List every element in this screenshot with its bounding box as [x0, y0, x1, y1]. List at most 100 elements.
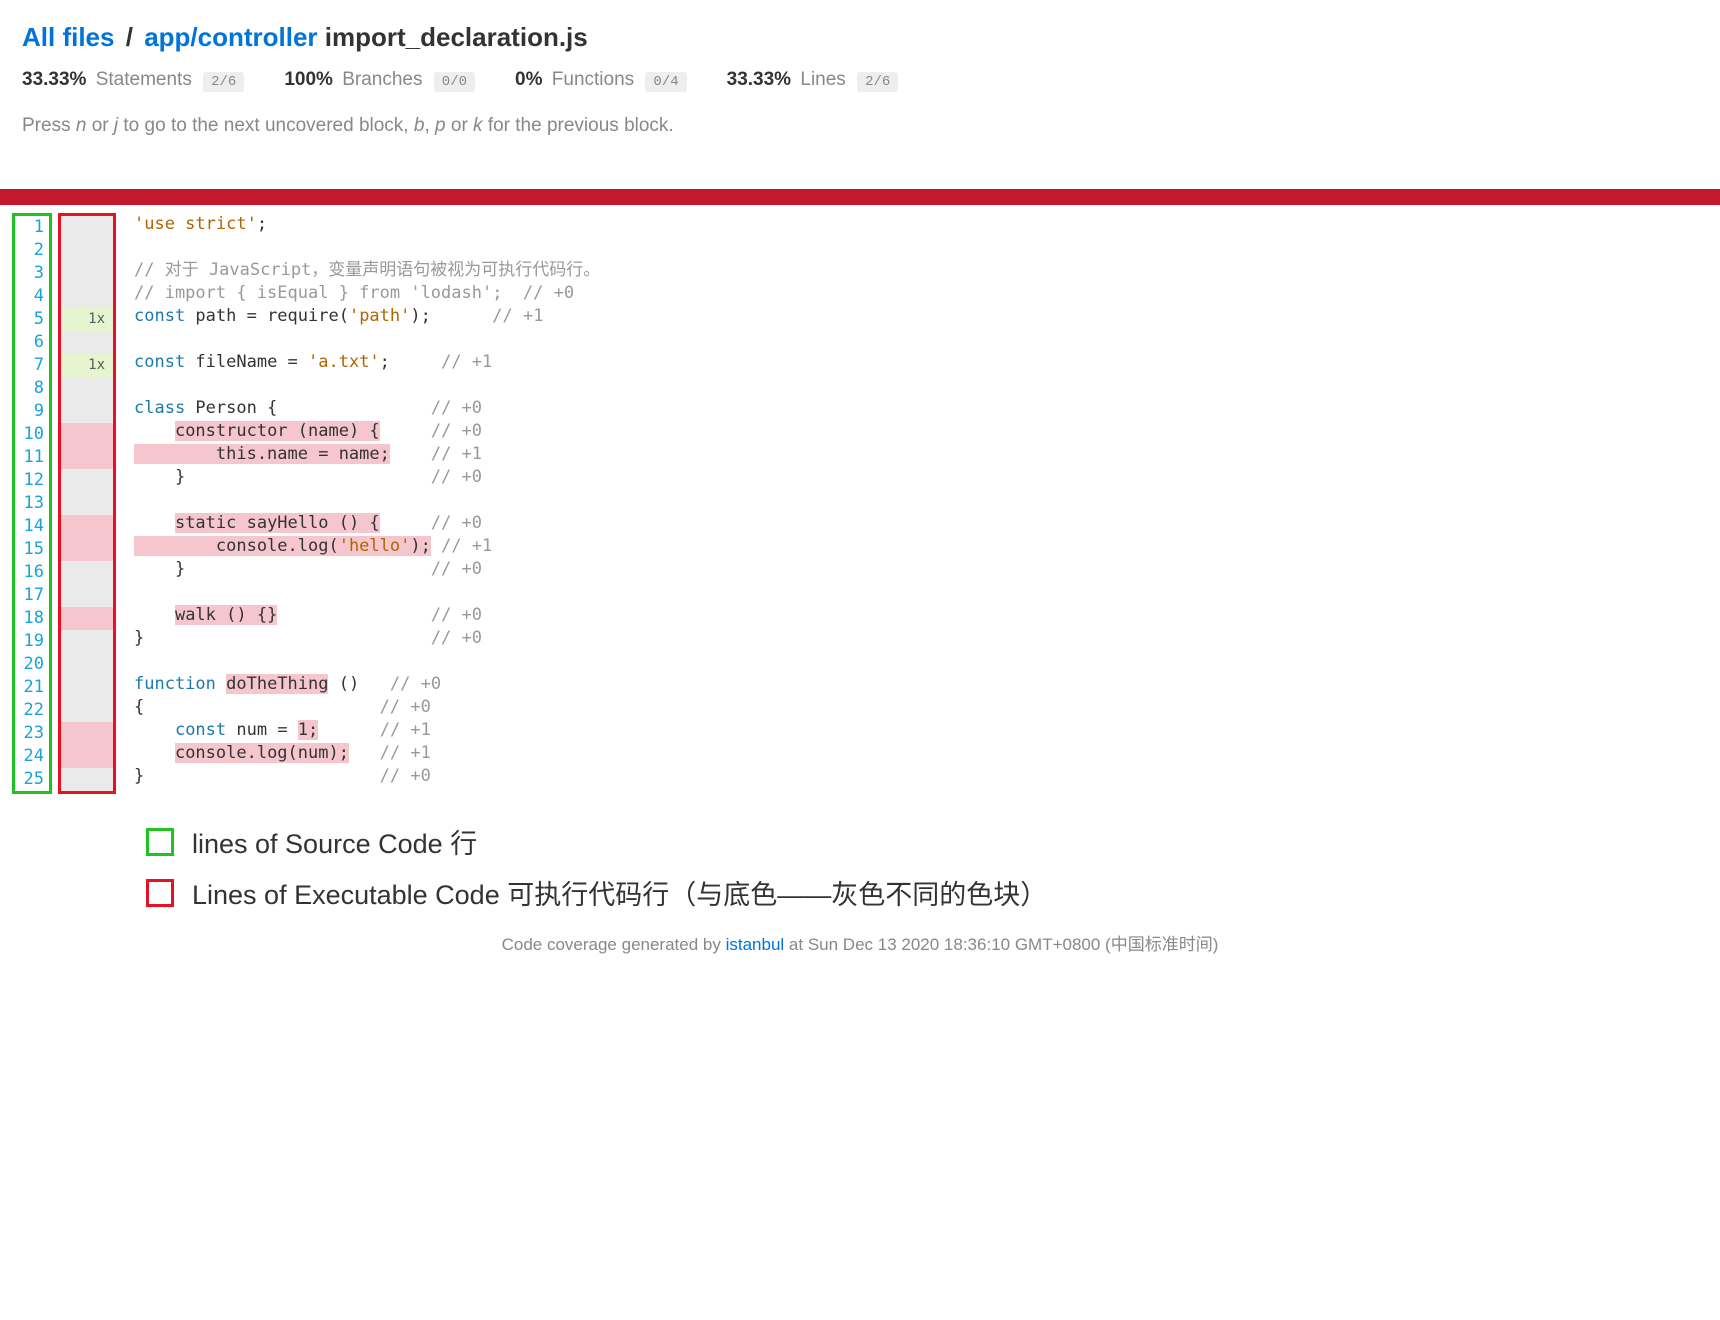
line-number[interactable]: 21 — [15, 676, 49, 699]
code-line: constructor (name) { // +0 — [122, 420, 600, 443]
line-number[interactable]: 22 — [15, 699, 49, 722]
line-number[interactable]: 6 — [15, 331, 49, 354]
metric-pct: 100% — [284, 69, 333, 90]
code-line: const fileName = 'a.txt'; // +1 — [122, 351, 600, 374]
exec-count — [61, 469, 113, 492]
line-number[interactable]: 8 — [15, 377, 49, 400]
exec-count — [61, 538, 113, 561]
exec-count — [61, 745, 113, 768]
code-line: console.log(num); // +1 — [122, 742, 600, 765]
line-number[interactable]: 2 — [15, 239, 49, 262]
code-line: // 对于 JavaScript，变量声明语句被视为可执行代码行。 — [122, 259, 600, 282]
metric-fraction: 0/4 — [645, 72, 686, 92]
line-number[interactable]: 3 — [15, 262, 49, 285]
istanbul-link[interactable]: istanbul — [726, 935, 785, 954]
breadcrumb-root-link[interactable]: All files — [22, 22, 114, 52]
code-line: // import { isEqual } from 'lodash'; // … — [122, 282, 600, 305]
metric-fraction: 0/0 — [434, 72, 475, 92]
code-line: } // +0 — [122, 558, 600, 581]
breadcrumb: All files / app/controller import_declar… — [22, 22, 1698, 53]
line-number[interactable]: 19 — [15, 630, 49, 653]
exec-count: 1x — [61, 308, 113, 331]
code-line: } // +0 — [122, 627, 600, 650]
breadcrumb-sep: / — [126, 22, 133, 52]
exec-count — [61, 607, 113, 630]
line-number[interactable]: 7 — [15, 354, 49, 377]
exec-count — [61, 561, 113, 584]
exec-count — [61, 400, 113, 423]
exec-count — [61, 239, 113, 262]
line-number[interactable]: 25 — [15, 768, 49, 791]
exec-count — [61, 446, 113, 469]
legend-row-red: Lines of Executable Code 可执行代码行（与底色——灰色不… — [146, 873, 1698, 912]
metric-label: Branches — [342, 69, 422, 90]
footer: Code coverage generated by istanbul at S… — [22, 930, 1698, 955]
code-line: this.name = name; // +1 — [122, 443, 600, 466]
code-line: static sayHello () { // +0 — [122, 512, 600, 535]
line-number-column-box: 1234567891011121314151617181920212223242… — [12, 213, 52, 794]
line-number[interactable]: 23 — [15, 722, 49, 745]
code-coverage-view: 1234567891011121314151617181920212223242… — [12, 213, 1698, 794]
metric-pct: 33.33% — [727, 69, 791, 90]
code-line: console.log('hello'); // +1 — [122, 535, 600, 558]
line-number[interactable]: 18 — [15, 607, 49, 630]
code-line: { // +0 — [122, 696, 600, 719]
legend-red-label: Lines of Executable Code 可执行代码行（与底色——灰色不… — [192, 873, 1047, 912]
metric-fraction: 2/6 — [203, 72, 244, 92]
exec-count — [61, 285, 113, 308]
code-line — [122, 328, 600, 351]
exec-count — [61, 699, 113, 722]
exec-count — [61, 515, 113, 538]
line-number[interactable]: 13 — [15, 492, 49, 515]
code-line — [122, 489, 600, 512]
line-number[interactable]: 11 — [15, 446, 49, 469]
exec-count — [61, 377, 113, 400]
line-number[interactable]: 14 — [15, 515, 49, 538]
code-line: class Person { // +0 — [122, 397, 600, 420]
code-line: const num = 1; // +1 — [122, 719, 600, 742]
metric-label: Statements — [96, 69, 192, 90]
code-line: } // +0 — [122, 765, 600, 788]
code-line: const path = require('path'); // +1 — [122, 305, 600, 328]
code-line — [122, 374, 600, 397]
line-number[interactable]: 24 — [15, 745, 49, 768]
code-line: } // +0 — [122, 466, 600, 489]
exec-count — [61, 423, 113, 446]
line-number[interactable]: 12 — [15, 469, 49, 492]
line-number[interactable]: 10 — [15, 423, 49, 446]
metric-branches: 100% Branches 0/0 — [284, 69, 475, 91]
code-line — [122, 236, 600, 259]
metric-pct: 0% — [515, 69, 542, 90]
metric-label: Lines — [800, 69, 845, 90]
breadcrumb-current: import_declaration.js — [325, 22, 588, 52]
metric-statements: 33.33% Statements 2/6 — [22, 69, 244, 91]
line-number[interactable]: 20 — [15, 653, 49, 676]
line-number[interactable]: 5 — [15, 308, 49, 331]
coverage-metrics: 33.33% Statements 2/6 100% Branches 0/0 … — [22, 69, 1698, 91]
legend-green-label: lines of Source Code 行 — [192, 822, 477, 861]
code-line — [122, 581, 600, 604]
metric-pct: 33.33% — [22, 69, 86, 90]
line-number[interactable]: 15 — [15, 538, 49, 561]
exec-count — [61, 676, 113, 699]
line-number[interactable]: 9 — [15, 400, 49, 423]
exec-count — [61, 722, 113, 745]
exec-count-column: 1x 1x — [61, 216, 113, 791]
line-number[interactable]: 17 — [15, 584, 49, 607]
legend-square-green-icon — [146, 828, 174, 856]
line-number[interactable]: 1 — [15, 216, 49, 239]
keyboard-hint: Press n or j to go to the next uncovered… — [22, 115, 1698, 137]
legend: lines of Source Code 行 Lines of Executab… — [146, 822, 1698, 912]
status-line-low — [0, 189, 1720, 205]
exec-count — [61, 262, 113, 285]
exec-count: 1x — [61, 354, 113, 377]
exec-count — [61, 331, 113, 354]
code-line: function doTheThing () // +0 — [122, 673, 600, 696]
code-line: 'use strict'; — [122, 213, 600, 236]
line-number-column: 1234567891011121314151617181920212223242… — [15, 216, 49, 791]
line-number[interactable]: 16 — [15, 561, 49, 584]
exec-count-column-box: 1x 1x — [58, 213, 116, 794]
code-line: walk () {} // +0 — [122, 604, 600, 627]
line-number[interactable]: 4 — [15, 285, 49, 308]
breadcrumb-path-link[interactable]: app/controller — [144, 22, 317, 52]
